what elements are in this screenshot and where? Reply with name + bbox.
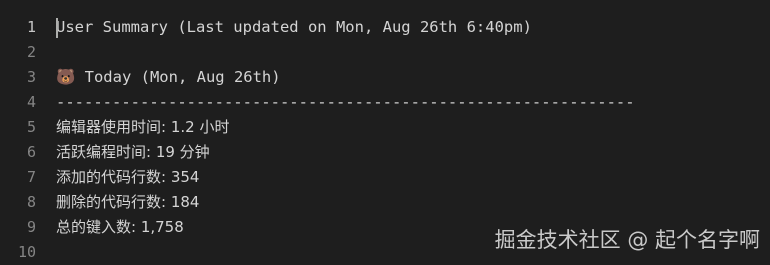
editor-line-lines-added[interactable]: 添加的代码行数: 354 [56, 165, 770, 190]
line-number: 4 [26, 93, 36, 111]
editor-line-today-heading[interactable]: 🐻 Today (Mon, Aug 26th) [56, 65, 770, 90]
editor-line-editor-usage-time[interactable]: 编辑器使用时间: 1.2 小时 [56, 115, 770, 140]
text-cursor [56, 18, 58, 38]
line-number: 2 [26, 43, 36, 61]
line-number: 8 [26, 193, 36, 211]
editor-line-active-coding-time[interactable]: 活跃编程时间: 19 分钟 [56, 140, 770, 165]
line-number: 3 [26, 68, 36, 86]
line-number-gutter: 1 2 3 4 5 6 7 8 9 10 [0, 15, 36, 265]
line-number: 7 [26, 168, 36, 186]
editor-line-lines-deleted[interactable]: 删除的代码行数: 184 [56, 190, 770, 215]
editor-line-separator[interactable]: ----------------------------------------… [56, 90, 716, 115]
line-number: 1 [26, 18, 36, 36]
watermark: 掘金技术社区 @ 起个名字啊 [494, 228, 760, 252]
editor-line-summary-title[interactable]: User Summary (Last updated on Mon, Aug 2… [56, 15, 770, 40]
line-number: 10 [17, 243, 36, 261]
line-number: 9 [26, 218, 36, 236]
line-number: 6 [26, 143, 36, 161]
editor-line-empty[interactable] [56, 40, 770, 65]
line-number: 5 [26, 118, 36, 136]
